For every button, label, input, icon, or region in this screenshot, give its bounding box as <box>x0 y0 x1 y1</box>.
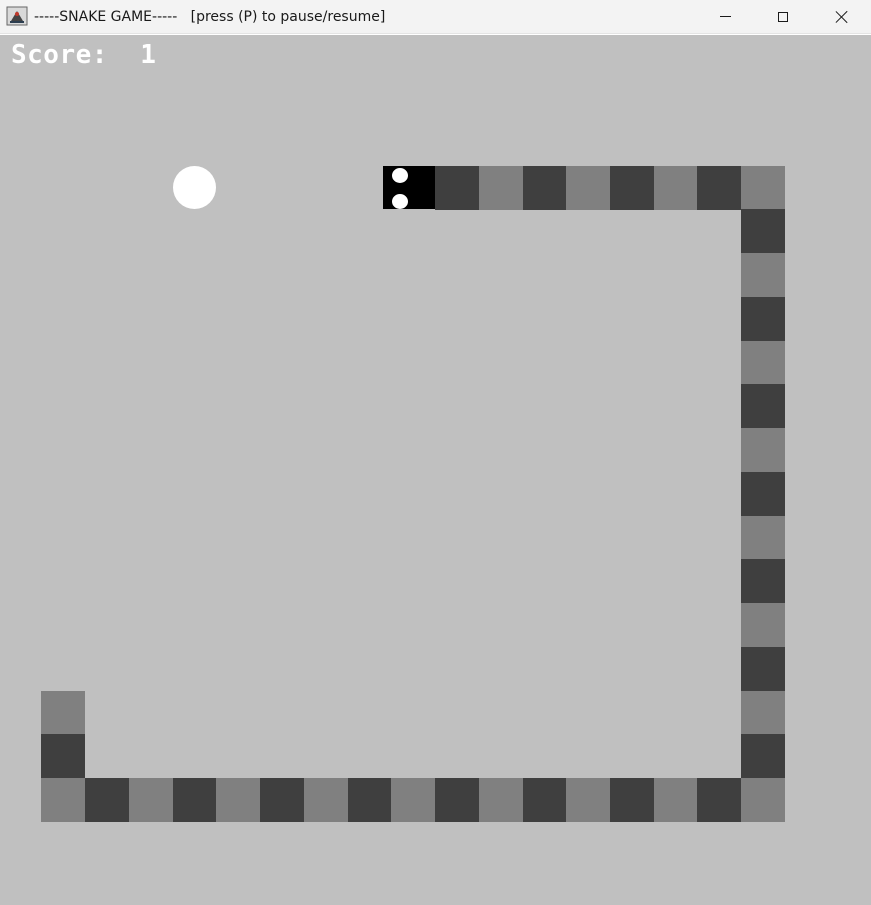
snake-segment <box>85 778 129 822</box>
title-bar[interactable]: -----SNAKE GAME----- [press (P) to pause… <box>0 0 871 34</box>
snake-segment <box>741 603 785 647</box>
snake-segment <box>304 778 348 822</box>
snake-segment <box>41 691 85 735</box>
snake-segment <box>741 341 785 385</box>
snake-segment <box>523 778 567 822</box>
snake-segment <box>479 778 523 822</box>
maximize-icon <box>778 11 788 22</box>
snake-segment <box>260 778 304 822</box>
game-window: -----SNAKE GAME----- [press (P) to pause… <box>0 0 871 905</box>
snake-segment <box>41 778 85 822</box>
snake-eye <box>392 168 408 183</box>
snake-segment <box>479 166 523 210</box>
snake-segment <box>523 166 567 210</box>
snake-segment <box>435 778 479 822</box>
snake-segment <box>435 166 479 210</box>
snake-segment <box>566 166 610 210</box>
close-button[interactable] <box>813 0 871 33</box>
snake-segment <box>610 778 654 822</box>
snake-segment <box>741 209 785 253</box>
snake-segment <box>610 166 654 210</box>
close-icon <box>835 10 849 24</box>
minimize-button[interactable] <box>696 0 754 33</box>
snake-segment <box>741 166 785 210</box>
minimize-icon <box>719 16 731 17</box>
snake-segment <box>741 516 785 560</box>
snake-segment <box>391 778 435 822</box>
snake-segment <box>741 559 785 603</box>
snake-segment <box>741 297 785 341</box>
snake-segment <box>741 472 785 516</box>
java-app-icon <box>6 6 28 26</box>
snake-head <box>383 166 435 209</box>
snake-segment <box>173 778 217 822</box>
score-label: Score: 1 <box>11 40 157 70</box>
snake-segment <box>566 778 610 822</box>
snake-segment <box>741 428 785 472</box>
snake-segment <box>654 778 698 822</box>
snake-segment <box>697 778 741 822</box>
snake-segment <box>741 384 785 428</box>
snake-segment <box>741 691 785 735</box>
game-board[interactable]: Score: 1 <box>0 35 871 905</box>
snake-segment <box>41 734 85 778</box>
snake-segment <box>741 734 785 778</box>
snake-segment <box>654 166 698 210</box>
snake-segment <box>697 166 741 210</box>
snake-segment <box>741 778 785 822</box>
snake-segment <box>129 778 173 822</box>
snake-segment <box>741 253 785 297</box>
snake-segment <box>216 778 260 822</box>
snake-segment <box>348 778 392 822</box>
maximize-button[interactable] <box>754 0 812 33</box>
window-title: -----SNAKE GAME----- [press (P) to pause… <box>34 9 386 25</box>
snake-segment <box>741 647 785 691</box>
food-pellet <box>173 166 216 209</box>
snake-eye <box>392 194 408 209</box>
